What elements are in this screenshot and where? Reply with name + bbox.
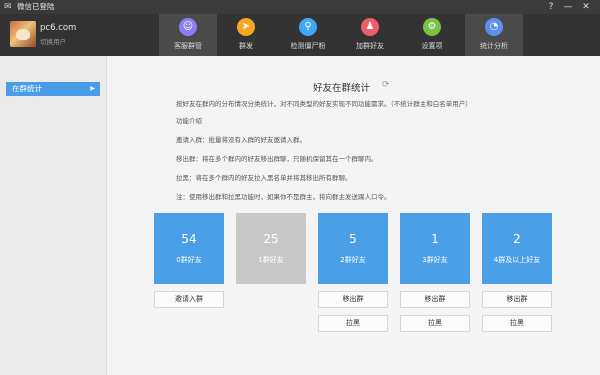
- invite-description: 邀请入群：批量将没有入群的好友邀请入群。: [176, 136, 306, 144]
- nav-customer-groups[interactable]: ☺ 客服群管: [159, 14, 217, 56]
- stat-label: 3群好友: [422, 256, 448, 264]
- search-user-icon: ⚲: [299, 18, 317, 36]
- chevron-right-icon: ▶: [90, 85, 95, 92]
- sidebar-item-label: 在群统计: [12, 84, 42, 93]
- nav-label: 客服群管: [174, 42, 202, 50]
- block-button[interactable]: 拉黑: [318, 315, 388, 332]
- invite-to-group-button[interactable]: 邀请入群: [154, 291, 224, 308]
- remove-from-group-button[interactable]: 移出群: [482, 291, 552, 308]
- stat-count: 25: [263, 232, 279, 246]
- stat-card-2-groups: 5 2群好友: [318, 213, 388, 284]
- remove-description: 移出群：将在多个群内的好友移出群聊，只随机保留其在一个群聊内。: [176, 155, 378, 163]
- refresh-icon[interactable]: ⟳: [382, 80, 390, 90]
- user-name: pc6.com: [40, 23, 77, 33]
- stat-count: 1: [431, 232, 439, 246]
- page-title: 好友在群统计: [313, 83, 371, 94]
- nav-label: 设置项: [421, 42, 443, 50]
- nav-label: 检测僵尸粉: [290, 42, 326, 50]
- nav-label: 统计分析: [480, 42, 508, 50]
- window-title: 微信已登陆: [17, 2, 55, 11]
- block-description: 拉黑：将在多个群内的好友拉入黑名单并将其移出所有群聊。: [176, 174, 352, 182]
- title-bar: ✉ 微信已登陆 ? — ✕: [0, 0, 600, 14]
- nav-label: 加群好友: [356, 42, 384, 50]
- stat-label: 1群好友: [258, 256, 284, 264]
- stat-card-4plus-groups: 2 4群及以上好友: [482, 213, 552, 284]
- stat-card-3-groups: 1 3群好友: [400, 213, 470, 284]
- remove-from-group-button[interactable]: 移出群: [400, 291, 470, 308]
- nav-add-friends[interactable]: ♟ 加群好友: [341, 14, 399, 56]
- stat-count: 2: [513, 232, 521, 246]
- gear-icon: ⚙: [423, 18, 441, 36]
- app-logo-icon: ✉: [4, 2, 12, 12]
- add-friend-icon: ♟: [361, 18, 379, 36]
- nav-statistics[interactable]: ◔ 统计分析: [465, 14, 523, 56]
- nav-detect-zombie-fans[interactable]: ⚲ 检测僵尸粉: [279, 14, 337, 56]
- nav-settings[interactable]: ⚙ 设置项: [403, 14, 461, 56]
- features-heading: 功能介绍: [176, 117, 202, 125]
- stat-label: 2群好友: [340, 256, 366, 264]
- minimize-icon[interactable]: —: [562, 1, 574, 13]
- help-icon[interactable]: ?: [545, 1, 557, 13]
- stat-count: 5: [349, 232, 357, 246]
- nav-broadcast[interactable]: ➤ 群发: [217, 14, 275, 56]
- note-text: 注：使用移出群和拉黑功能时，如果你不是群主，将向群主发送踢人口令。: [176, 193, 391, 201]
- avatar[interactable]: [10, 21, 36, 47]
- nav-label: 群发: [239, 42, 253, 50]
- main-panel: 好友在群统计 ⟳ 按好友在群内的分布情况分类统计，对不同类型的好友实现不同功能需…: [107, 56, 600, 375]
- stat-label: 4群及以上好友: [493, 256, 541, 264]
- user-group-icon: ☺: [179, 18, 197, 36]
- remove-from-group-button[interactable]: 移出群: [318, 291, 388, 308]
- description-text: 按好友在群内的分布情况分类统计，对不同类型的好友实现不同功能需求。（不统计群主和…: [176, 100, 472, 108]
- close-icon[interactable]: ✕: [580, 1, 592, 13]
- send-icon: ➤: [237, 18, 255, 36]
- sidebar: 在群统计 ▶: [0, 56, 107, 375]
- stat-label: 0群好友: [176, 256, 202, 264]
- stat-card-0-groups: 54 0群好友: [154, 213, 224, 284]
- pie-chart-icon: ◔: [485, 18, 503, 36]
- block-button[interactable]: 拉黑: [482, 315, 552, 332]
- sidebar-item-group-stats[interactable]: 在群统计 ▶: [6, 82, 100, 96]
- switch-user-link[interactable]: 切换用户: [40, 36, 66, 46]
- block-button[interactable]: 拉黑: [400, 315, 470, 332]
- stat-card-1-group: 25 1群好友: [236, 213, 306, 284]
- stat-count: 54: [181, 232, 197, 246]
